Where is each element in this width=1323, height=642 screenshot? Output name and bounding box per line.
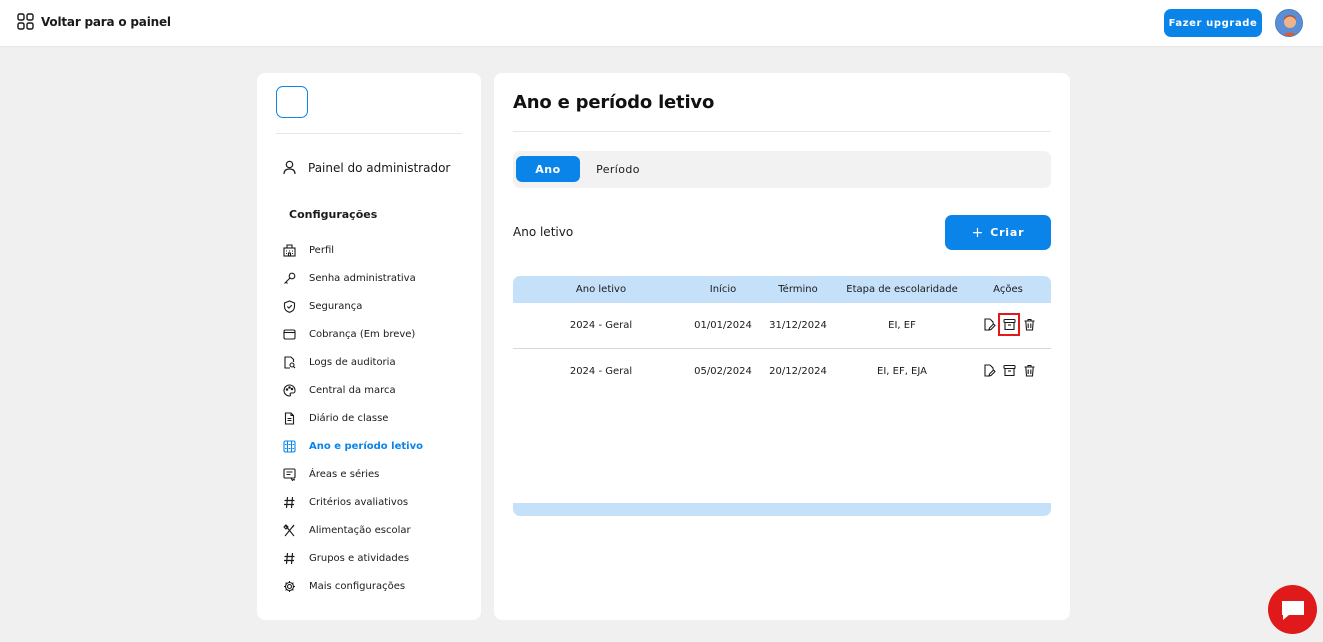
delete-button[interactable] (1022, 317, 1036, 332)
cell-ano: 2024 - Geral (569, 366, 633, 377)
main-panel: Ano e período letivo Ano Período Ano let… (494, 73, 1070, 620)
sidebar-item-alimentacao[interactable]: Alimentação escolar (283, 516, 473, 544)
sidebar-item-marca[interactable]: Central da marca (283, 376, 473, 404)
tab-periodo[interactable]: Período (585, 156, 651, 182)
grid-icon (17, 13, 34, 30)
school-year-table: Ano letivo Início Término Etapa de escol… (513, 276, 1051, 395)
sidebar-item-senha[interactable]: Senha administrativa (283, 264, 473, 292)
shield-icon (283, 299, 296, 313)
user-icon (283, 160, 296, 175)
header-ano-letivo: Ano letivo (575, 284, 627, 295)
sidebar-item-logs[interactable]: Logs de auditoria (283, 348, 473, 376)
sidebar-item-areas[interactable]: Áreas e séries (283, 460, 473, 488)
top-bar: Voltar para o painel Fazer upgrade (0, 0, 1323, 47)
back-link-label: Voltar para o painel (41, 14, 171, 29)
create-button-label: Criar (990, 226, 1025, 239)
settings-section-title: Configurações (289, 208, 378, 221)
archive-icon (1002, 318, 1016, 331)
utensils-icon (283, 523, 295, 536)
admin-panel-link[interactable]: Painel do administrador (283, 160, 450, 175)
chat-button[interactable] (1268, 585, 1317, 634)
tab-ano[interactable]: Ano (516, 156, 580, 182)
sidebar-item-ano-periodo[interactable]: Ano e período letivo (283, 432, 473, 460)
document-search-icon (284, 355, 296, 369)
cell-etapa: EI, EF, EJA (877, 366, 927, 377)
create-button[interactable]: + Criar (945, 215, 1051, 250)
table-row: 2024 - Geral 05/02/2024 20/12/2024 EI, E… (513, 349, 1051, 395)
tab-bar: Ano Período (513, 151, 1051, 188)
building-icon (283, 243, 296, 257)
hash-icon (284, 552, 295, 564)
page-title: Ano e período letivo (513, 92, 715, 113)
gear-icon (284, 580, 295, 592)
archive-button[interactable] (998, 313, 1020, 336)
key-icon (284, 272, 296, 284)
school-logo-placeholder[interactable] (276, 86, 308, 118)
notebook-icon (284, 411, 295, 425)
section-label: Ano letivo (513, 225, 574, 239)
wallet-icon (283, 328, 296, 340)
row-actions (982, 363, 1036, 378)
cell-termino: 31/12/2024 (769, 320, 827, 331)
sidebar-divider (276, 133, 462, 134)
avatar[interactable] (1275, 9, 1303, 37)
sidebar-item-diario[interactable]: Diário de classe (283, 404, 473, 432)
sidebar-item-grupos[interactable]: Grupos e atividades (283, 544, 473, 572)
cell-inicio: 01/01/2024 (694, 320, 752, 331)
cell-ano: 2024 - Geral (569, 320, 633, 331)
admin-panel-label: Painel do administrador (308, 160, 451, 175)
upgrade-button[interactable]: Fazer upgrade (1164, 9, 1262, 37)
trash-icon (1024, 318, 1034, 331)
header-inicio: Início (709, 284, 737, 295)
sidebar-item-perfil[interactable]: Perfil (283, 236, 473, 264)
cell-inicio: 05/02/2024 (694, 366, 752, 377)
edit-icon (983, 364, 996, 377)
chat-bubble-icon (1281, 600, 1304, 620)
table-row: 2024 - Geral 01/01/2024 31/12/2024 EI, E… (513, 303, 1051, 349)
plus-icon: + (971, 224, 985, 241)
header-termino: Término (778, 284, 818, 295)
edit-icon (983, 318, 996, 331)
cell-etapa: EI, EF (888, 320, 916, 331)
back-to-dashboard-link[interactable]: Voltar para o painel (17, 13, 171, 30)
sidebar-item-seguranca[interactable]: Segurança (283, 292, 473, 320)
header-acoes: Ações (993, 284, 1023, 295)
edit-button[interactable] (982, 317, 996, 332)
table-header: Ano letivo Início Término Etapa de escol… (513, 276, 1051, 303)
trash-icon (1024, 364, 1034, 377)
calendar-grid-icon (283, 439, 296, 453)
list-icon (283, 467, 296, 481)
table-footer (513, 503, 1051, 516)
edit-button[interactable] (982, 363, 996, 378)
archive-icon (1002, 364, 1016, 377)
header-etapa: Etapa de escolaridade (846, 284, 958, 295)
cell-termino: 20/12/2024 (769, 366, 827, 377)
settings-sidebar: Painel do administrador Configurações Pe… (257, 73, 481, 620)
settings-menu: Perfil Senha administrativa Segurança Co… (283, 236, 473, 600)
sidebar-item-cobranca[interactable]: Cobrança (Em breve) (283, 320, 473, 348)
title-divider (513, 131, 1051, 132)
hash-icon (284, 496, 295, 508)
archive-button[interactable] (1002, 363, 1016, 378)
sidebar-item-mais[interactable]: Mais configurações (283, 572, 473, 600)
sidebar-item-criterios[interactable]: Critérios avaliativos (283, 488, 473, 516)
delete-button[interactable] (1022, 363, 1036, 378)
palette-icon (283, 383, 296, 397)
row-actions (982, 313, 1036, 336)
